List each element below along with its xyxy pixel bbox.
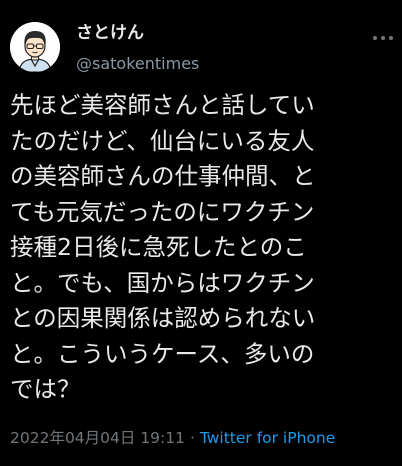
tweet-meta: 2022年04月04日 19:11 · Twitter for iPhone	[10, 428, 335, 448]
user-avatar-icon	[10, 22, 60, 72]
tweet-text-line: ても元気だったのにワクチン	[10, 197, 315, 226]
tweet-timestamp[interactable]: 2022年04月04日 19:11	[10, 429, 185, 447]
tweet-source-link[interactable]: Twitter for iPhone	[200, 429, 335, 447]
tweet-text-line: の美容師さんの仕事仲間、と	[10, 162, 316, 190]
tweet-text-line: 先ほど美容師さんと話してい	[10, 91, 315, 119]
meta-separator: ·	[189, 429, 195, 447]
tweet-text-line: との因果関係は認められない	[10, 304, 316, 332]
more-dot	[373, 36, 377, 40]
avatar[interactable]	[10, 22, 60, 72]
tweet-text-line: 接種2日後に急死したとのこ	[10, 233, 307, 261]
tweet-text: 先ほど美容師さんと話してい たのだけど、仙台にいる友人 の美容師さんの仕事仲間、…	[10, 88, 398, 408]
more-options-icon[interactable]	[371, 30, 395, 46]
tweet-text-line: たのだけど、仙台にいる友人	[10, 126, 315, 155]
author-handle[interactable]: @satokentimes	[76, 54, 199, 74]
tweet-text-line: では？	[10, 375, 81, 403]
tweet-text-line: と。でも、国からはワクチン	[10, 268, 315, 297]
more-dot	[389, 36, 393, 40]
tweet-card: さとけん @satokentimes 先ほど美容師さんと話してい たのだけど、仙…	[0, 0, 402, 466]
tweet-text-line: と。こういうケース、多いの	[10, 339, 315, 368]
more-dot	[381, 36, 385, 40]
author-display-name[interactable]: さとけん	[76, 22, 144, 44]
